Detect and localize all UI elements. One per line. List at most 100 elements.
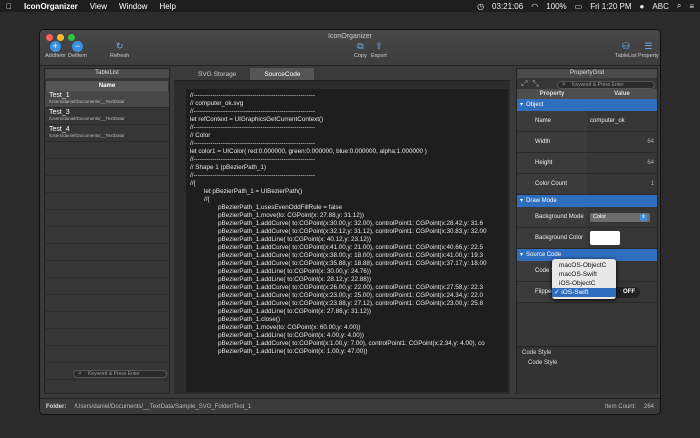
property-row-name[interactable]: Name computer_ok — [517, 111, 657, 132]
chevron-updown-icon: ⇕ — [640, 213, 647, 221]
item-count-label: Item Count: — [604, 403, 636, 410]
list-item[interactable]: Test_4 /Users/daniel/Documents/__TextDat… — [45, 125, 169, 142]
menu-view[interactable]: View — [90, 2, 107, 11]
code-line: // Shape 1 (pBezierPath_1) — [190, 164, 266, 171]
property-value: 64 — [647, 139, 654, 145]
category-object[interactable]: ▾ Object — [517, 99, 657, 111]
name-column-header[interactable]: Name — [46, 81, 168, 91]
property-key: Width — [517, 132, 587, 152]
add-item-button[interactable]: + AddItem — [45, 41, 65, 59]
code-line: pBezierPath_1.move(to: CGPoint(x: 60.00,… — [190, 324, 361, 331]
value-column-header: Value — [614, 91, 630, 97]
code-line: pBezierPath_1.addCurve( to:CGPoint(x:23.… — [190, 292, 483, 299]
menu-time[interactable]: Fri 1:20 PM — [590, 2, 631, 11]
folder-path: /Users/daniel/Documents/__TextData/Sampl… — [74, 403, 252, 410]
copy-button[interactable]: ⧉ Copy — [354, 41, 367, 59]
code-style-option[interactable]: iOS-ObjectC — [552, 279, 616, 288]
property-row-background-mode[interactable]: Background Mode Color ⇕ — [517, 207, 657, 228]
property-row-height[interactable]: Height 64 — [517, 153, 657, 174]
code-line: //--------------------------------------… — [190, 108, 316, 115]
list-item-title: Test_4 — [49, 126, 70, 133]
empty-row — [45, 278, 169, 295]
delete-item-button[interactable]: − DelItem — [68, 41, 87, 59]
property-row-background-color[interactable]: Background Color — [517, 228, 657, 249]
collapse-icon[interactable]: ⤡ — [532, 79, 538, 89]
code-line: pBezierPath_1.addCurve( to:CGPoint(x:41.… — [190, 244, 483, 251]
export-button[interactable]: ⇪ Export — [371, 41, 387, 59]
help-title: Code Style — [522, 350, 552, 356]
property-key: Background Color — [517, 228, 587, 248]
menu-window[interactable]: Window — [119, 2, 147, 11]
code-line: // Color — [190, 132, 211, 139]
background-mode-dropdown[interactable]: Color ⇕ — [590, 212, 650, 222]
search-icon[interactable]: ⌕ — [677, 1, 681, 11]
status-bar: Folder: /Users/daniel/Documents/__TextDa… — [40, 398, 660, 414]
option-label: macOS-ObjectC — [559, 262, 607, 269]
delete-item-label: DelItem — [68, 53, 87, 59]
tab-bar: SVG Storage SourceCode — [174, 68, 510, 81]
source-code-view[interactable]: //--------------------------------------… — [186, 89, 508, 392]
tab-source-code[interactable]: SourceCode — [250, 68, 315, 80]
menu-clock[interactable]: 03:21:06 — [492, 2, 523, 11]
item-count-value: 264 — [643, 403, 654, 410]
user-icon[interactable]: ● — [640, 2, 645, 11]
search-icon: ⌕ — [562, 81, 566, 88]
list-item-path: /Users/daniel/Documents/__TextData/ — [49, 116, 125, 121]
code-line: pBezierPath_1.addCurve( to:CGPoint(x:32.… — [190, 228, 487, 235]
empty-row — [45, 193, 169, 210]
code-style-option[interactable]: ✓ iOS-Swift — [552, 288, 616, 297]
property-key: Height — [517, 153, 587, 173]
input-source[interactable]: ABC — [652, 2, 668, 11]
table-search-field[interactable]: ⌕ Keyword & Press Enter — [73, 370, 167, 378]
property-button[interactable]: ☰ Property — [638, 41, 659, 59]
option-label: iOS-Swift — [561, 289, 589, 296]
refresh-icon: ↻ — [115, 41, 124, 51]
code-line: pBezierPath_1.move(to: CGPoint(x: 27.88,… — [190, 212, 364, 219]
code-line: //--------------------------------------… — [190, 124, 316, 131]
code-style-option[interactable]: macOS-ObjectC — [552, 261, 616, 270]
code-line: //--------------------------------------… — [190, 92, 316, 99]
table-search-placeholder: Keyword & Press Enter — [88, 371, 140, 377]
color-swatch[interactable] — [590, 231, 620, 245]
tab-svg-storage[interactable]: SVG Storage — [184, 68, 250, 80]
menu-list-icon[interactable]: ≡ — [689, 2, 694, 11]
empty-row — [45, 176, 169, 193]
property-row-color-count[interactable]: Color Count 1 — [517, 174, 657, 195]
empty-row — [45, 261, 169, 278]
property-column-header: Property — [539, 91, 565, 97]
refresh-button[interactable]: ↻ Refresh — [110, 41, 129, 59]
dropdown-value: Color — [593, 214, 607, 220]
plus-icon: + — [49, 41, 61, 52]
table-list-header: TableList — [45, 69, 169, 78]
category-draw-mode[interactable]: ▾ Draw Mode — [517, 195, 657, 207]
menu-app-name[interactable]: IconOrganizer — [24, 2, 78, 11]
code-line: pBezierPath_1.usesEvenOddFillRule = fals… — [190, 204, 343, 211]
wifi-icon[interactable]: ◠ — [531, 2, 538, 11]
export-label: Export — [371, 53, 387, 59]
expand-icon[interactable]: ⤢ — [521, 79, 527, 89]
menu-bar:  IconOrganizer View Window Help ◷ 03:21… — [0, 0, 700, 12]
property-search-field[interactable]: ⌕ Keyword & Press Enter — [557, 81, 655, 89]
tablelist-button[interactable]: ⛁ TableList — [615, 41, 637, 59]
battery-icon[interactable]: ▭ — [575, 2, 583, 11]
category-label: Object — [526, 102, 544, 108]
menu-help[interactable]: Help — [159, 2, 175, 11]
clock-icon[interactable]: ◷ — [477, 2, 484, 11]
list-item[interactable]: Test_1 /Users/daniel/Documents/__TextDat… — [45, 91, 169, 108]
battery-percent[interactable]: 100% — [546, 2, 566, 11]
disclosure-icon: ▾ — [520, 198, 524, 204]
apple-icon[interactable]:  — [6, 2, 12, 11]
code-line: pBezierPath_1.addCurve( to:CGPoint(x:1.0… — [190, 340, 485, 347]
property-grid-header: PropertyGrid — [517, 69, 657, 78]
property-grid-columns: Property Value — [517, 89, 657, 99]
search-icon: ⌕ — [78, 370, 82, 377]
property-row-width[interactable]: Width 64 — [517, 132, 657, 153]
property-value: 64 — [647, 160, 654, 166]
editor-panel: SVG Storage SourceCode //---------------… — [174, 68, 510, 394]
list-item[interactable]: Test_3 /Users/daniel/Documents/__TextDat… — [45, 108, 169, 125]
toggle-label: OFF — [623, 289, 635, 295]
table-list-panel: TableList Name Test_1 /Users/daniel/Docu… — [44, 68, 170, 394]
property-label: Property — [638, 53, 659, 59]
empty-row — [45, 244, 169, 261]
code-style-option[interactable]: macOS-Swift — [552, 270, 616, 279]
